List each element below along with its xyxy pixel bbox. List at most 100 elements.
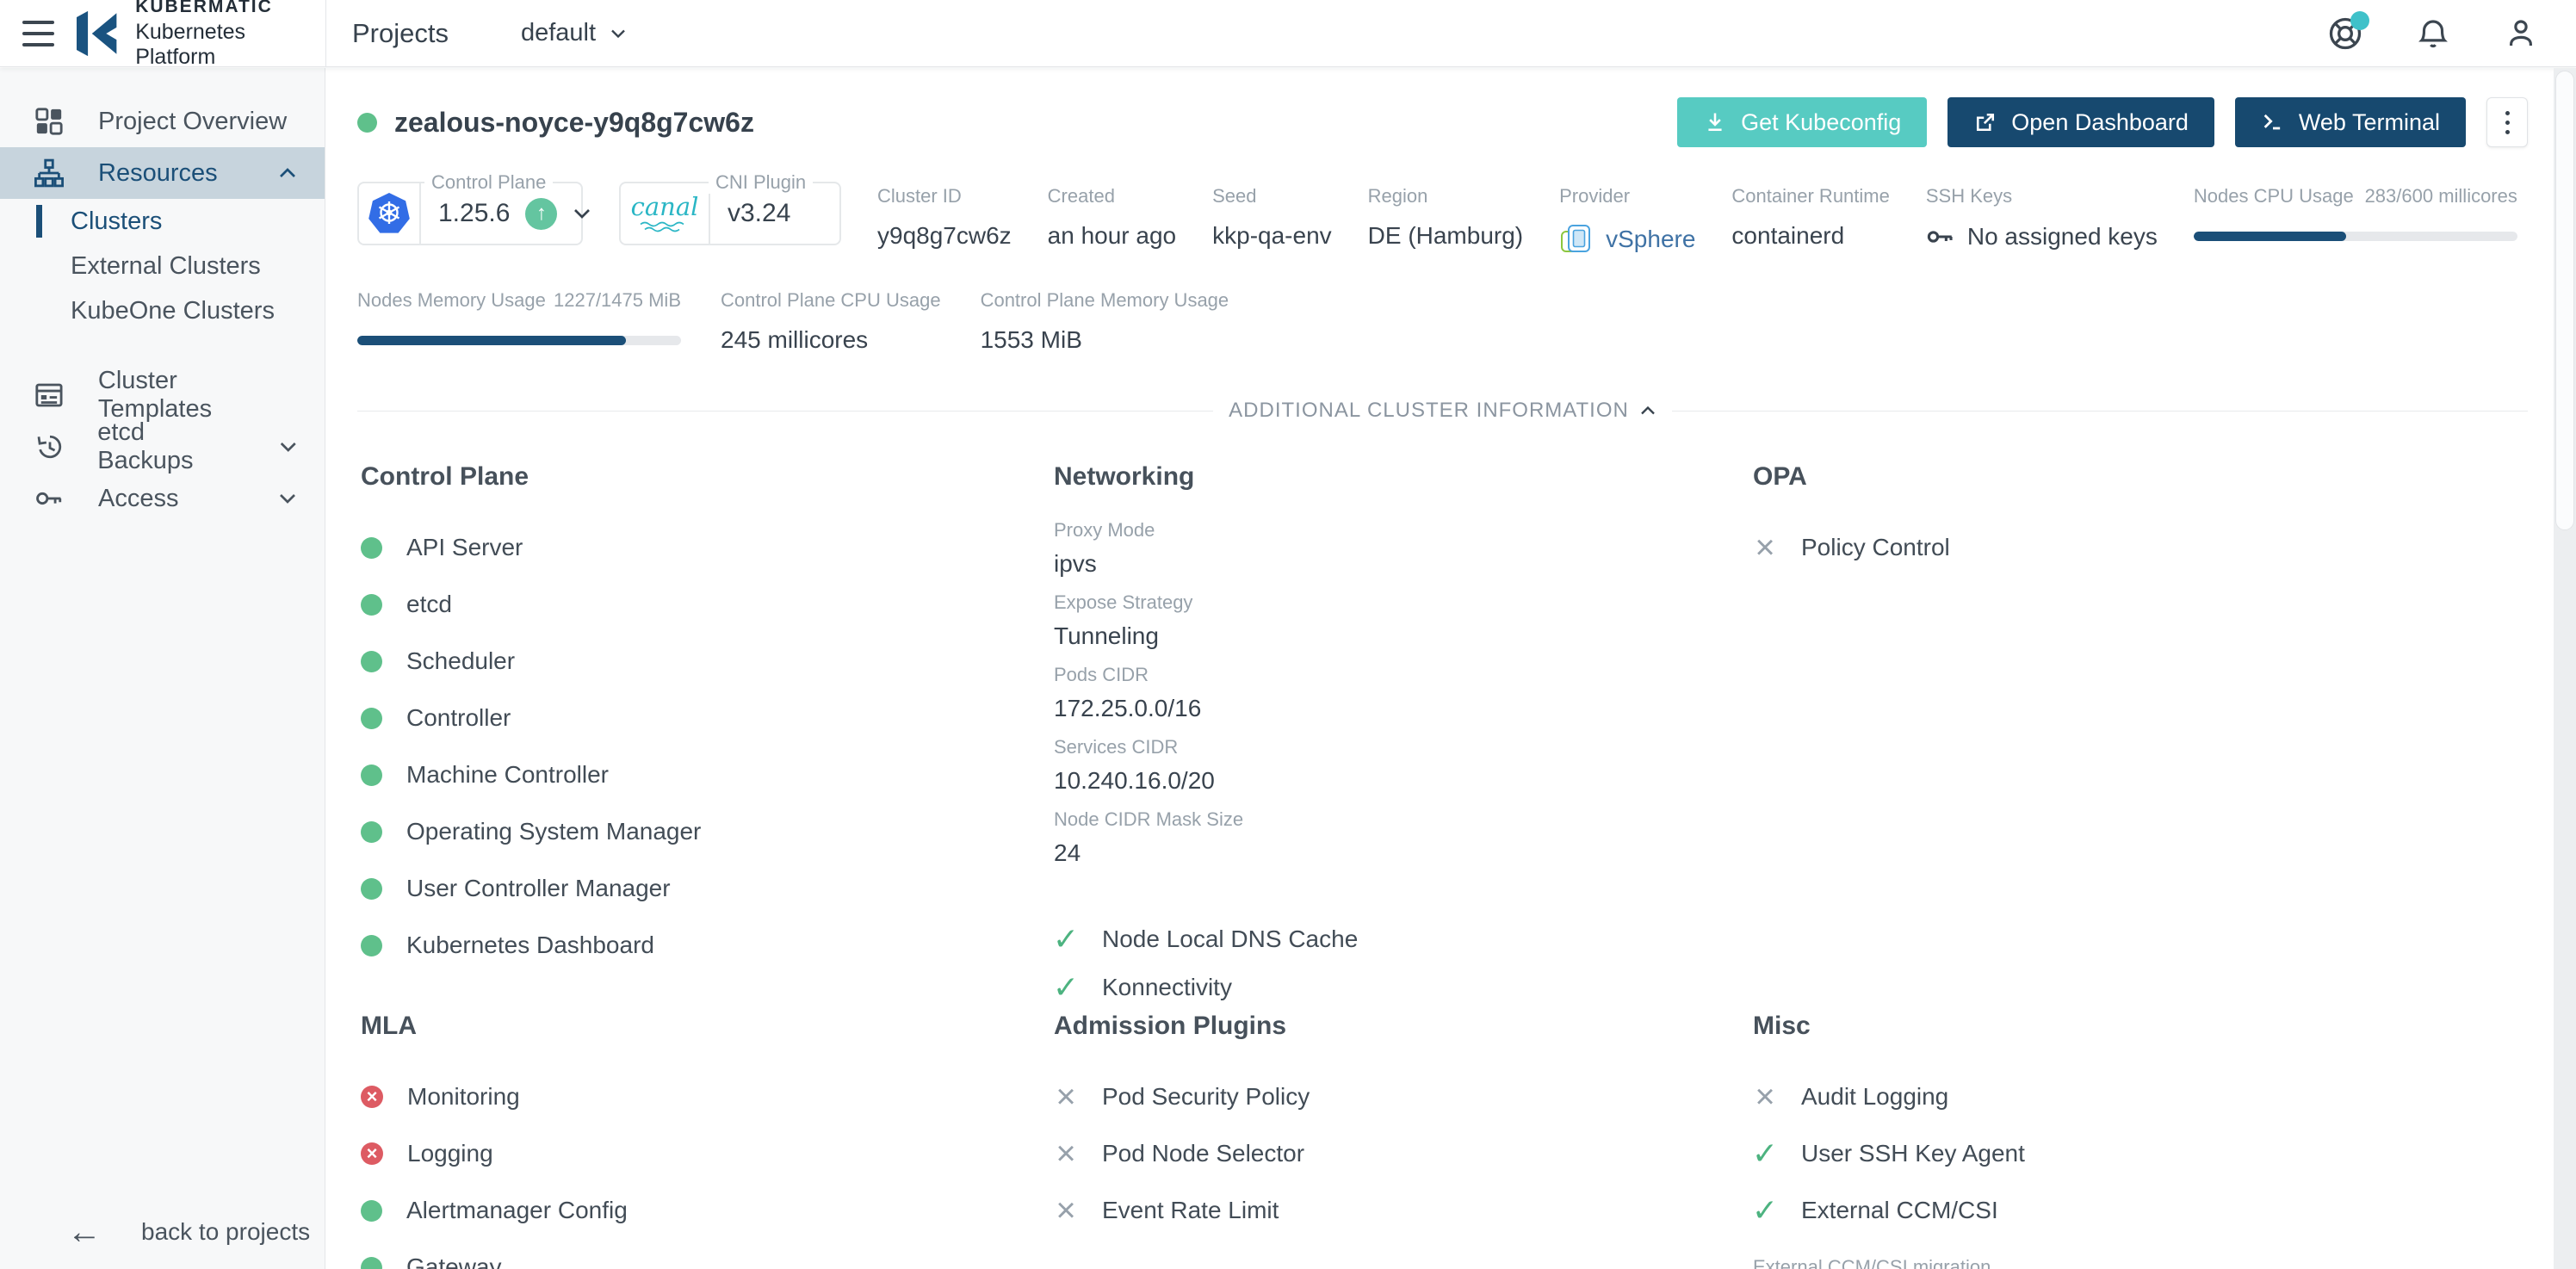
additional-info-label: ADDITIONAL CLUSTER INFORMATION <box>1229 399 1629 423</box>
networking-field: Pods CIDR 172.25.0.0/16 <box>1054 664 1727 722</box>
status-icon <box>1054 1085 1078 1109</box>
chevron-down-icon <box>279 440 298 454</box>
download-icon <box>1703 110 1727 134</box>
fact-value: 245 millicores <box>721 326 941 354</box>
networking-features: Node Local DNS Cache Konnectivity <box>1054 915 1727 1012</box>
web-terminal-button[interactable]: Web Terminal <box>2235 97 2466 147</box>
more-options-kebab-icon[interactable] <box>2486 97 2528 147</box>
brand-text: KUBERMATIC Kubernetes Platform <box>135 0 325 70</box>
vertical-scrollbar[interactable] <box>2554 68 2576 1269</box>
status-item: etcd <box>361 576 1028 633</box>
fact-cp-memory-usage: Control Plane Memory Usage 1553 MiB <box>981 286 1229 354</box>
fact-label: Created <box>1048 185 1176 207</box>
sidebar-item-access[interactable]: Access <box>0 473 325 524</box>
status-icon <box>1753 1085 1777 1109</box>
status-icon <box>1753 535 1777 560</box>
sidebar-item-clusters[interactable]: Clusters <box>0 199 325 244</box>
status-item: Scheduler <box>361 633 1028 690</box>
user-icon[interactable] <box>2502 15 2540 53</box>
status-icon <box>361 1086 383 1108</box>
control-plane-version-value: 1.25.6 <box>438 199 510 228</box>
sidebar-item-label: Access <box>98 485 178 513</box>
status-label: API Server <box>406 534 523 561</box>
nodes-cpu-progress-bar <box>2194 232 2517 241</box>
ssh-keys-value: No assigned keys <box>1967 223 2158 251</box>
cluster-detail-page: zealous-noyce-y9q8g7cw6z Get Kubeconfig … <box>326 68 2576 1269</box>
header-nav: Projects default <box>325 0 627 66</box>
status-item: Audit Logging <box>1753 1068 2502 1125</box>
fact-provider: Provider vSphere <box>1559 182 1695 257</box>
sitemap-icon <box>34 158 64 188</box>
fact-seed: Seed kkp-qa-env <box>1212 182 1332 250</box>
networking-field: Services CIDR 10.240.16.0/20 <box>1054 736 1727 795</box>
canal-logo-text: canal <box>631 195 699 220</box>
brand-area: KUBERMATIC Kubernetes Platform <box>0 0 325 66</box>
status-label: Scheduler <box>406 647 515 675</box>
sidebar-item-project-overview[interactable]: Project Overview <box>0 96 325 147</box>
status-item: User Controller Manager <box>361 860 1028 917</box>
status-item: Pod Node Selector <box>1054 1125 1727 1182</box>
status-item: Monitoring <box>361 1068 1028 1125</box>
scrollbar-thumb[interactable] <box>2555 71 2574 530</box>
section-title: Control Plane <box>361 462 1028 492</box>
status-icon <box>1054 1142 1078 1166</box>
project-selector[interactable]: default <box>521 19 627 47</box>
get-kubeconfig-label: Get Kubeconfig <box>1741 109 1901 136</box>
hamburger-menu-icon[interactable] <box>22 21 54 46</box>
status-label: Alertmanager Config <box>406 1197 628 1224</box>
template-card-icon <box>34 381 64 410</box>
status-label: User SSH Key Agent <box>1801 1140 2025 1167</box>
field-label: Proxy Mode <box>1054 519 1727 542</box>
additional-info-toggle[interactable]: ADDITIONAL CLUSTER INFORMATION <box>1229 399 1656 423</box>
chevron-down-icon[interactable] <box>573 207 591 220</box>
status-item: Operating System Manager <box>361 803 1028 860</box>
fact-container-runtime: Container Runtime containerd <box>1731 182 1889 250</box>
sidebar-item-cluster-templates[interactable]: Cluster Templates <box>0 369 325 421</box>
sidebar-item-external-clusters[interactable]: External Clusters <box>0 244 325 288</box>
sidebar-item-label: KubeOne Clusters <box>71 297 275 325</box>
usage-row: Nodes Memory Usage 1227/1475 MiB Control… <box>357 286 2528 354</box>
status-label: etcd <box>406 591 452 618</box>
back-to-projects-link[interactable]: ← back to projects <box>0 1195 325 1269</box>
sidebar-item-label: Resources <box>98 159 218 188</box>
notifications-bell-icon[interactable] <box>2414 15 2452 53</box>
status-icon <box>361 1200 382 1222</box>
fact-label: Region <box>1368 185 1523 207</box>
open-dashboard-button[interactable]: Open Dashboard <box>1947 97 2214 147</box>
section-misc: Misc Audit Logging User SSH Key Agent Ex… <box>1753 1012 2528 1269</box>
status-label: Policy Control <box>1801 534 1950 561</box>
field-label: Expose Strategy <box>1054 591 1727 614</box>
fact-label: Control Plane CPU Usage <box>721 289 941 312</box>
sidebar-nav: Project Overview Resources Clusters Exte… <box>0 68 325 524</box>
page-title: Projects <box>352 18 449 49</box>
status-label: Controller <box>406 704 511 732</box>
section-title: Networking <box>1054 462 1727 492</box>
help-icon[interactable] <box>2326 15 2364 53</box>
header-actions <box>2326 0 2576 66</box>
networking-field: Proxy Mode ipvs <box>1054 519 1727 578</box>
sidebar-item-label: Clusters <box>71 207 162 236</box>
chevron-down-icon <box>610 28 627 40</box>
status-icon <box>361 708 382 729</box>
cluster-health-status-dot <box>357 113 377 133</box>
get-kubeconfig-button[interactable]: Get Kubeconfig <box>1677 97 1927 147</box>
chevron-up-icon <box>278 166 297 180</box>
provider-value[interactable]: vSphere <box>1606 226 1695 253</box>
status-label: Node Local DNS Cache <box>1102 925 1358 953</box>
key-icon <box>1926 222 1955 251</box>
sidebar-item-etcd-backups[interactable]: etcd Backups <box>0 421 325 473</box>
status-item: Event Rate Limit <box>1054 1182 1727 1239</box>
fact-label: Control Plane Memory Usage <box>981 289 1229 312</box>
sidebar-item-resources[interactable]: Resources <box>0 147 325 199</box>
cluster-summary-row: Control Plane 1.25.6 ↑ <box>357 182 2528 257</box>
status-item: Logging <box>361 1125 1028 1182</box>
sidebar-item-kubeone-clusters[interactable]: KubeOne Clusters <box>0 288 325 333</box>
sidebar-item-label: Cluster Templates <box>98 367 297 424</box>
upgrade-available-icon[interactable]: ↑ <box>525 198 557 230</box>
status-icon <box>361 651 382 672</box>
status-icon <box>1753 1142 1777 1166</box>
brand-subtitle: Kubernetes Platform <box>135 20 325 70</box>
status-icon <box>1054 975 1078 1000</box>
status-item: Alertmanager Config <box>361 1182 1028 1239</box>
status-icon <box>1054 1198 1078 1223</box>
